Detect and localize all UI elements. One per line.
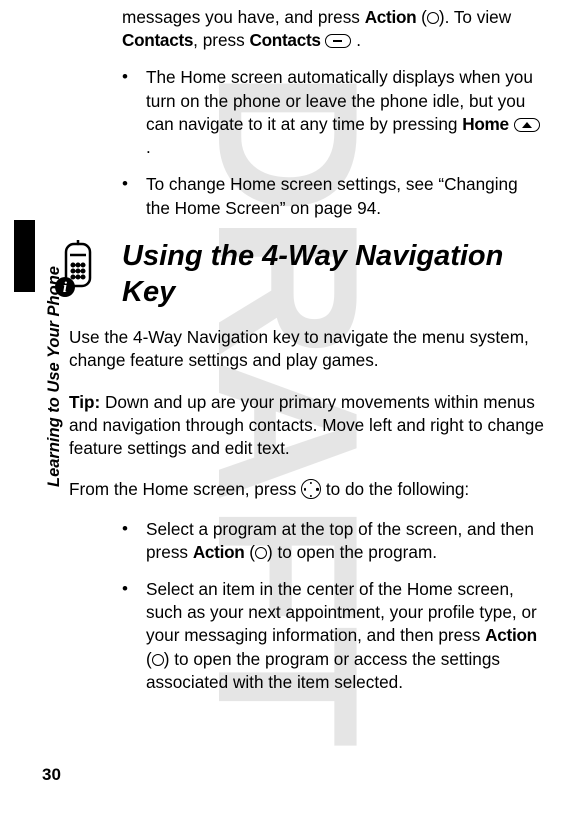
- contacts-label: Contacts: [250, 30, 321, 50]
- text: ). To view: [439, 7, 511, 27]
- list-item: Select an item in the center of the Home…: [122, 578, 544, 694]
- text: to do the following:: [321, 479, 469, 499]
- list-item: The Home screen automatically displays w…: [122, 66, 544, 159]
- nav-key-icon: [301, 479, 321, 499]
- action-label: Action: [485, 625, 537, 645]
- page-number: 30: [42, 764, 61, 787]
- paragraph: From the Home screen, press to do the fo…: [69, 478, 544, 501]
- text: Select an item in the center of the Home…: [146, 579, 537, 645]
- contacts-label: Contacts: [122, 30, 193, 50]
- list-item: Select a program at the top of the scree…: [122, 518, 544, 564]
- tip-label: Tip:: [69, 392, 100, 412]
- paragraph: Use the 4-Way Navigation key to navigate…: [69, 326, 544, 372]
- text: messages you have, and press: [122, 7, 365, 27]
- section-title: Using the 4-Way Navigation Key: [122, 238, 544, 311]
- tip-paragraph: Tip: Down and up are your primary moveme…: [69, 391, 544, 461]
- text: From the Home screen, press: [69, 479, 301, 499]
- text: , press: [193, 30, 249, 50]
- text: ) to open the program or access the sett…: [146, 649, 500, 692]
- bullet-list-bottom: Select a program at the top of the scree…: [122, 518, 544, 695]
- intro-paragraph: messages you have, and press Action ( ). …: [122, 6, 544, 52]
- section-header-row: i Using the 4-Way Navigation Key: [52, 234, 544, 323]
- home-label: Home: [462, 114, 509, 134]
- list-item: To change Home screen settings, see “Cha…: [122, 173, 544, 219]
- action-key-icon: [255, 547, 267, 559]
- text: To change Home screen settings, see “Cha…: [146, 174, 518, 217]
- side-section-label: Learning to Use Your Phone: [43, 266, 65, 487]
- text: .: [351, 30, 361, 50]
- action-key-icon: [152, 654, 164, 666]
- home-key-icon: [514, 118, 540, 132]
- bullet-list-top: The Home screen automatically displays w…: [122, 66, 544, 219]
- text: (: [244, 542, 255, 562]
- page-content: messages you have, and press Action ( ). …: [0, 0, 574, 694]
- contacts-key-icon: [325, 34, 351, 48]
- text: .: [146, 137, 151, 157]
- text: (: [146, 649, 152, 669]
- action-label: Action: [193, 542, 245, 562]
- action-key-icon: [427, 12, 439, 24]
- text: [509, 114, 514, 134]
- text: (: [416, 7, 427, 27]
- text: ) to open the program.: [267, 542, 437, 562]
- action-label: Action: [365, 7, 417, 27]
- tip-text: Down and up are your primary movements w…: [69, 392, 544, 458]
